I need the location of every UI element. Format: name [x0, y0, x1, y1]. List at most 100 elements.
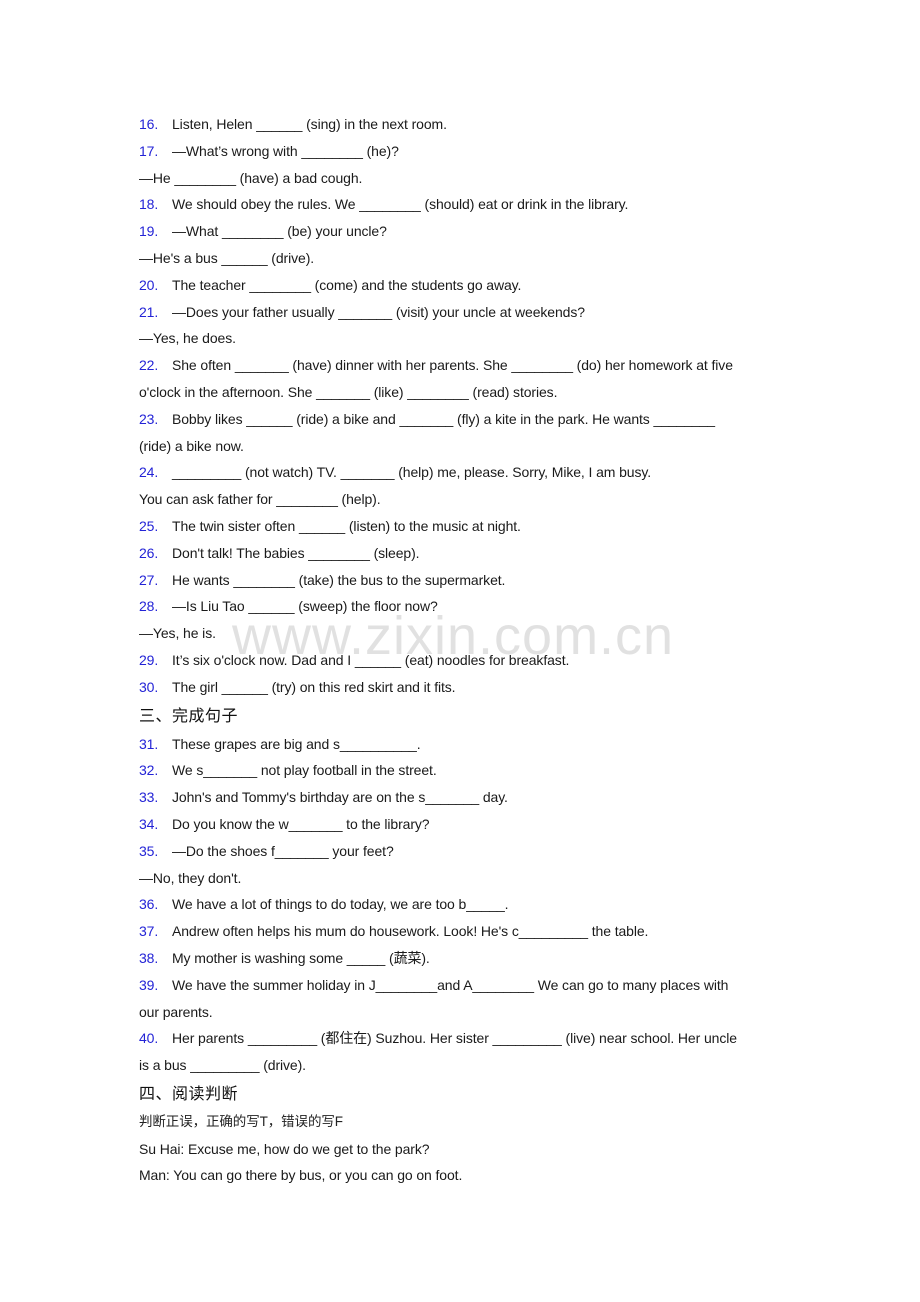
question-item: 26. Don't talk! The babies ________ (slee…: [139, 540, 789, 567]
question-number: 39.: [139, 976, 159, 993]
question-text: We have a lot of things to do today, we …: [172, 896, 509, 913]
question-number: 33.: [139, 789, 159, 806]
question-item: 35. —Do the shoes f_______ your feet? —No,…: [139, 838, 789, 892]
question-line: 25. The twin sister often ______ (listen)…: [139, 513, 789, 540]
question-line: 20. The teacher ________ (come) and the s…: [139, 272, 789, 299]
question-number: 22.: [139, 357, 159, 374]
question-number: 24.: [139, 464, 159, 481]
question-text: Her parents _________ (都住在) Suzhou. Her …: [172, 1030, 737, 1047]
question-line: 27. He wants ________ (take) the bus to t…: [139, 567, 789, 594]
question-line: 28. —Is Liu Tao ______ (sweep) the floor …: [139, 593, 789, 620]
question-line: 29. It’s six o'clock now. Dad and I _____…: [139, 647, 789, 674]
question-item: 36. We have a lot of things to do today, …: [139, 891, 789, 918]
question-item: 24. _________ (not watch) TV. _______ (he…: [139, 459, 789, 513]
question-line: 24. _________ (not watch) TV. _______ (he…: [139, 459, 789, 486]
section-complete-sentences: 31. These grapes are big and s__________.…: [139, 731, 789, 1079]
question-line: 40. Her parents _________ (都住在) Suzhou. H…: [139, 1025, 789, 1052]
question-item: 23. Bobby likes ______ (ride) a bike and …: [139, 406, 789, 460]
question-line: 21. —Does your father usually _______ (vi…: [139, 299, 789, 326]
question-item: 39. We have the summer holiday in J______…: [139, 972, 789, 1026]
question-item: 37. Andrew often helps his mum do housewo…: [139, 918, 789, 945]
dialogue-line: Su Hai: Excuse me, how do we get to the …: [139, 1140, 430, 1157]
question-number: 29.: [139, 651, 159, 668]
question-item: 17. —What’s wrong with ________ (he)? —He …: [139, 138, 789, 192]
question-line: 35. —Do the shoes f_______ your feet?: [139, 838, 789, 865]
question-number: 36.: [139, 896, 159, 913]
question-text: My mother is washing some _____ (蔬菜).: [172, 949, 430, 966]
question-item: 31. These grapes are big and s__________.: [139, 731, 789, 758]
worksheet: 16. Listen, Helen ______ (sing) in the ne…: [139, 111, 789, 1189]
question-text: We have the summer holiday in J________a…: [172, 976, 729, 993]
question-line: 30. The girl ______ (try) on this red ski…: [139, 674, 789, 701]
instruction-text: 判断正误，正确的写T，错误的写F: [139, 1113, 343, 1129]
question-number: 37.: [139, 923, 159, 940]
question-item: 28. —Is Liu Tao ______ (sweep) the floor …: [139, 593, 789, 647]
question-item: 20. The teacher ________ (come) and the s…: [139, 272, 789, 299]
question-item: 21. —Does your father usually _______ (vi…: [139, 299, 789, 353]
question-text: (ride) a bike now.: [139, 437, 244, 454]
question-text: It’s six o'clock now. Dad and I ______ (…: [172, 651, 570, 668]
question-text: He wants ________ (take) the bus to the …: [172, 571, 506, 588]
question-line: 32. We s_______ not play football in the …: [139, 757, 789, 784]
question-text: _________ (not watch) TV. _______ (help)…: [172, 464, 652, 481]
question-line: —He's a bus ______ (drive).: [139, 245, 789, 272]
question-line: —He ________ (have) a bad cough.: [139, 165, 789, 192]
question-number: 17.: [139, 142, 159, 159]
question-line: is a bus _________ (drive).: [139, 1052, 789, 1079]
question-text: These grapes are big and s__________.: [172, 735, 421, 752]
question-text: She often _______ (have) dinner with her…: [172, 357, 733, 374]
question-number: 25.: [139, 517, 159, 534]
question-number: 27.: [139, 571, 159, 588]
question-text: The twin sister often ______ (listen) to…: [172, 517, 521, 534]
question-line: 26. Don't talk! The babies ________ (slee…: [139, 540, 789, 567]
question-number: 38.: [139, 949, 159, 966]
question-item: 19. —What ________ (be) your uncle? —He's …: [139, 218, 789, 272]
question-number: 28.: [139, 598, 159, 615]
question-text: Bobby likes ______ (ride) a bike and ___…: [172, 410, 715, 427]
question-text: Listen, Helen ______ (sing) in the next …: [172, 116, 447, 132]
section-heading-complete-sentences: 三、完成句子: [139, 705, 239, 725]
question-line: our parents.: [139, 999, 789, 1026]
question-text: —Does your father usually _______ (visit…: [172, 303, 585, 320]
question-line: 31. These grapes are big and s__________.: [139, 731, 789, 758]
question-line: 17. —What’s wrong with ________ (he)?: [139, 138, 789, 165]
question-line: o'clock in the afternoon. She _______ (l…: [139, 379, 789, 406]
question-number: 26.: [139, 544, 159, 561]
question-number: 31.: [139, 735, 159, 752]
question-line: 38. My mother is washing some _____ (蔬菜).: [139, 945, 789, 972]
question-line: 23. Bobby likes ______ (ride) a bike and …: [139, 406, 789, 433]
question-number: 40.: [139, 1030, 159, 1047]
question-number: 32.: [139, 762, 159, 779]
question-text: —Is Liu Tao ______ (sweep) the floor now…: [172, 598, 438, 615]
question-item: 22. She often _______ (have) dinner with …: [139, 352, 789, 406]
question-item: 29. It’s six o'clock now. Dad and I _____…: [139, 647, 789, 674]
question-number: 18.: [139, 196, 159, 213]
question-number: 34.: [139, 815, 159, 832]
question-line: 22. She often _______ (have) dinner with …: [139, 352, 789, 379]
question-text: —What ________ (be) your uncle?: [172, 223, 387, 240]
question-text: Andrew often helps his mum do housework.…: [172, 923, 649, 940]
question-text: John's and Tommy's birthday are on the s…: [172, 789, 508, 806]
question-text: o'clock in the afternoon. She _______ (l…: [139, 383, 558, 400]
question-line: 33. John's and Tommy's birthday are on th…: [139, 784, 789, 811]
question-item: 30. The girl ______ (try) on this red ski…: [139, 674, 789, 701]
question-text: is a bus _________ (drive).: [139, 1057, 306, 1074]
question-line: 19. —What ________ (be) your uncle?: [139, 218, 789, 245]
question-number: 16.: [139, 116, 159, 132]
question-text: —He's a bus ______ (drive).: [139, 249, 315, 266]
question-item: 25. The twin sister often ______ (listen)…: [139, 513, 789, 540]
question-text: —Yes, he is.: [139, 625, 216, 642]
question-item: 40. Her parents _________ (都住在) Suzhou. H…: [139, 1025, 789, 1079]
section-heading-reading-judgment: 四、阅读判断: [139, 1083, 239, 1103]
question-text: —He ________ (have) a bad cough.: [139, 169, 363, 186]
question-line: —No, they don't.: [139, 865, 789, 892]
question-number: 35.: [139, 842, 159, 859]
question-line: You can ask father for ________ (help).: [139, 486, 789, 513]
question-line: 18. We should obey the rules. We ________…: [139, 191, 789, 218]
question-item: 32. We s_______ not play football in the …: [139, 757, 789, 784]
question-text: —No, they don't.: [139, 869, 242, 886]
question-text: Don't talk! The babies ________ (sleep).: [172, 544, 420, 561]
question-line: (ride) a bike now.: [139, 433, 789, 460]
question-text: —Yes, he does.: [139, 330, 236, 347]
question-item: 18. We should obey the rules. We ________…: [139, 191, 789, 218]
